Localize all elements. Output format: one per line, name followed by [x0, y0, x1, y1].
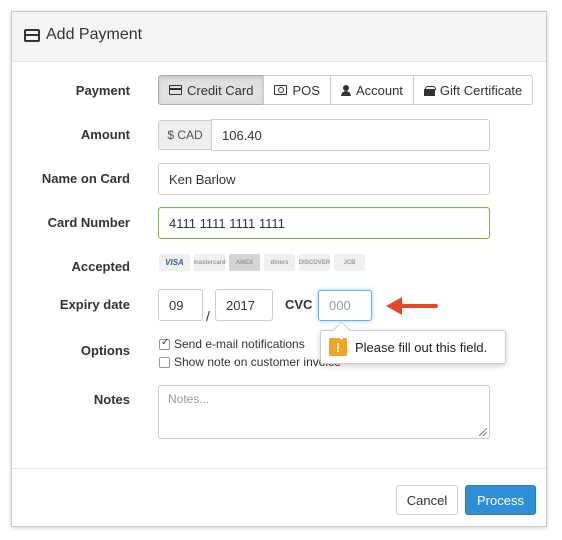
notes-textarea[interactable]: Notes...: [158, 385, 490, 439]
payment-method-account[interactable]: Account: [329, 75, 414, 105]
option-label: Show note on customer invoice: [174, 355, 341, 369]
expiry-year-value: 2017: [226, 297, 255, 313]
red-arrow-icon: [386, 297, 438, 315]
option-label: Send e-mail notifications: [174, 337, 305, 351]
payment-method-label: Gift Certificate: [439, 82, 523, 98]
card-number-input[interactable]: 4111 1111 1111 1111: [158, 207, 490, 239]
jcb-logo: JCB: [334, 254, 365, 271]
name-on-card-value: Ken Barlow: [169, 171, 236, 187]
diners-logo: diners: [264, 254, 295, 271]
cvc-input[interactable]: 000: [318, 290, 372, 321]
modal-header: Add Payment: [12, 12, 546, 62]
cancel-button[interactable]: Cancel: [396, 485, 458, 515]
amount-input[interactable]: 106.40: [211, 119, 490, 151]
warning-icon: !: [329, 338, 347, 356]
payment-label: Payment: [75, 83, 130, 98]
validation-tooltip: ! Please fill out this field.: [320, 330, 506, 364]
mastercard-logo: mastercard: [193, 254, 226, 271]
payment-method-label: Credit Card: [187, 82, 254, 98]
payment-method-pos[interactable]: POS: [263, 75, 331, 105]
modal-title: Add Payment: [24, 26, 142, 44]
payment-method-credit-card[interactable]: Credit Card: [158, 75, 265, 105]
show-note-checkbox[interactable]: [159, 356, 170, 368]
expiry-separator: /: [206, 308, 210, 324]
credit-card-icon: [169, 85, 182, 95]
modal-footer: Cancel Process: [12, 468, 546, 528]
name-on-card-label: Name on Card: [41, 171, 130, 186]
accepted-label: Accepted: [71, 259, 130, 274]
show-note-option[interactable]: Show note on customer invoice: [159, 355, 341, 369]
expiry-month-value: 09: [169, 297, 184, 313]
amex-logo: AMEX: [229, 254, 260, 271]
card-number-label: Card Number: [47, 215, 130, 230]
payment-method-group: Credit Card POS Account Gift Certificate: [158, 75, 534, 105]
credit-card-icon: [24, 28, 40, 42]
cvc-label: CVC: [285, 297, 313, 312]
user-icon: [340, 84, 351, 96]
email-notifications-option[interactable]: Send e-mail notifications: [159, 337, 305, 351]
payment-method-label: Account: [355, 82, 403, 98]
process-button[interactable]: Process: [465, 485, 536, 515]
name-on-card-input[interactable]: Ken Barlow: [158, 163, 490, 195]
amount-label: Amount: [80, 127, 130, 142]
notes-label: Notes: [93, 392, 130, 407]
payment-method-label: POS: [292, 82, 320, 98]
accepted-cards: VISA mastercard AMEX diners DISCOVER JCB: [159, 254, 365, 271]
payment-method-gift-certificate[interactable]: Gift Certificate: [412, 75, 534, 105]
notes-placeholder: Notes...: [168, 392, 210, 406]
options-label: Options: [80, 343, 130, 358]
currency-addon: $ CAD: [158, 120, 212, 150]
validation-message: Please fill out this field.: [355, 339, 488, 355]
discover-logo: DISCOVER: [299, 254, 330, 271]
add-payment-modal: Add Payment Payment Credit Card POS Acco…: [11, 11, 547, 527]
cvc-placeholder: 000: [329, 298, 351, 313]
gift-icon: [423, 85, 436, 96]
modal-title-text: Add Payment: [46, 26, 143, 43]
card-number-value: 4111 1111 1111 1111: [169, 215, 285, 231]
email-notifications-checkbox[interactable]: [159, 337, 170, 350]
expiry-year-input[interactable]: 2017: [215, 289, 273, 321]
amount-value: 106.40: [222, 127, 262, 143]
expiry-month-input[interactable]: 09: [158, 289, 203, 321]
resize-handle-icon[interactable]: [479, 428, 487, 436]
expiry-date-label: Expiry date: [59, 297, 130, 312]
visa-logo: VISA: [159, 254, 190, 271]
pos-icon: [274, 85, 288, 95]
